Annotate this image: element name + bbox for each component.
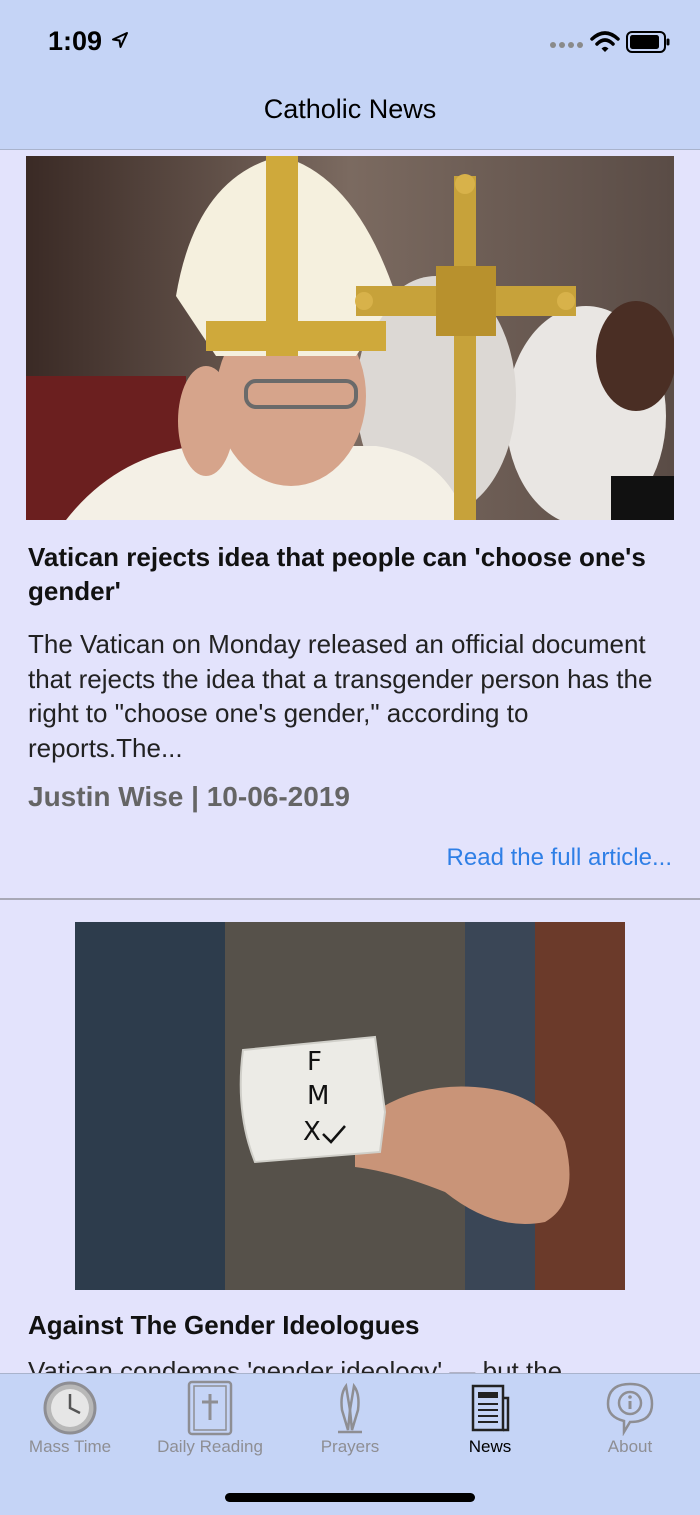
location-arrow-icon <box>112 32 128 48</box>
read-full-article-link[interactable]: Read the full article... <box>447 844 672 872</box>
tab-label: News <box>468 1437 512 1456</box>
note-letter-x: X <box>303 1117 321 1147</box>
news-article-card[interactable]: F M X Against The Gender Ideologues Vati… <box>0 902 700 1373</box>
tab-mass-time[interactable]: Mass Time <box>0 1374 140 1464</box>
status-bar: 1:09 <box>0 0 700 88</box>
cellular-signal-icon <box>550 42 583 48</box>
tab-label: Prayers <box>320 1437 380 1456</box>
status-time: 1:09 <box>48 26 103 56</box>
note-letter-f: F <box>307 1047 322 1077</box>
battery-icon <box>626 31 670 53</box>
tab-daily-reading[interactable]: Daily Reading <box>140 1374 280 1464</box>
tab-label: Mass Time <box>28 1437 112 1456</box>
praying-hands-icon <box>338 1382 362 1434</box>
home-indicator[interactable] <box>225 1493 475 1502</box>
tab-label: Daily Reading <box>157 1437 263 1456</box>
top-bar: 1:09 Catholic News <box>0 0 700 150</box>
news-article-card[interactable]: Vatican rejects idea that people can 'ch… <box>0 151 700 900</box>
news-list[interactable]: Vatican rejects idea that people can 'ch… <box>0 151 700 1373</box>
article-title[interactable]: Against The Gender Ideologues <box>28 1308 668 1342</box>
article-title[interactable]: Vatican rejects idea that people can 'ch… <box>28 540 668 608</box>
tab-news[interactable]: News <box>420 1374 560 1464</box>
note-letter-m: M <box>307 1081 329 1111</box>
newspaper-icon <box>471 1384 510 1432</box>
article-summary: The Vatican on Monday released an offici… <box>28 629 653 763</box>
tab-label: About <box>607 1437 653 1456</box>
info-icon <box>606 1382 654 1436</box>
clock-icon <box>43 1381 97 1435</box>
article-summary: Vatican condemns 'gender ideology' — but… <box>28 1356 563 1373</box>
wifi-icon <box>590 31 620 52</box>
tab-bar: Mass Time Daily Reading Prayers News Abo… <box>0 1373 700 1515</box>
bible-icon <box>187 1380 233 1436</box>
article-byline: Justin Wise | 10-06-2019 <box>28 781 350 812</box>
article-image-gender-note[interactable]: F M X <box>75 922 625 1290</box>
page-title: Catholic News <box>263 94 437 124</box>
article-image-pope[interactable] <box>26 156 674 520</box>
tab-prayers[interactable]: Prayers <box>280 1374 420 1464</box>
tab-about[interactable]: About <box>560 1374 700 1464</box>
